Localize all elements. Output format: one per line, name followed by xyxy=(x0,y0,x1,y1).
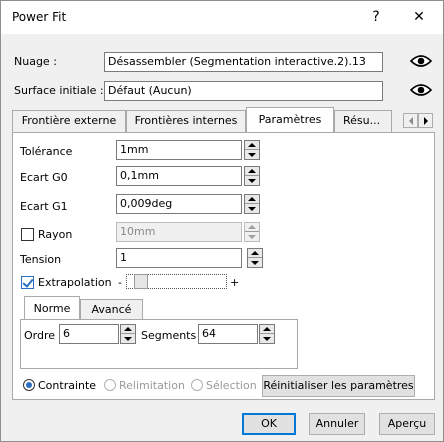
ordre-input[interactable]: 6 xyxy=(59,324,119,344)
tab-frontiere-externe[interactable]: Frontière externe xyxy=(12,110,126,132)
relimitation-label: Relimitation xyxy=(119,379,185,392)
rayon-input[interactable]: 10mm xyxy=(116,222,242,242)
spin-up-icon[interactable] xyxy=(121,325,135,334)
contrainte-radio[interactable] xyxy=(23,379,35,391)
surface-initiale-field[interactable]: Défaut (Aucun) xyxy=(104,81,383,101)
tolerance-label: Tolérance xyxy=(20,145,73,158)
selection-radio[interactable] xyxy=(191,379,203,391)
extrapolation-slider[interactable] xyxy=(126,274,227,289)
ecart-g0-spinner[interactable] xyxy=(244,166,260,186)
rayon-checkbox[interactable] xyxy=(21,228,34,241)
spin-down-icon[interactable] xyxy=(245,204,259,213)
segments-label: Segments xyxy=(141,329,197,342)
ecart-g0-input[interactable]: 0,1mm xyxy=(116,166,242,186)
spin-down-icon[interactable] xyxy=(121,334,135,343)
slider-thumb[interactable] xyxy=(134,274,148,289)
segments-spinner[interactable] xyxy=(259,324,275,344)
spin-up-icon[interactable] xyxy=(245,167,259,176)
ecart-g1-spinner[interactable] xyxy=(244,194,260,214)
spin-down-icon[interactable] xyxy=(245,150,259,159)
subtab-avance[interactable]: Avancé xyxy=(80,299,143,320)
tension-label: Tension xyxy=(20,253,62,266)
tolerance-spinner[interactable] xyxy=(244,140,260,160)
tab-scroll-right-icon[interactable] xyxy=(418,113,433,128)
slider-minus-label: - xyxy=(118,276,122,289)
surface-initiale-label: Surface initiale : xyxy=(14,84,104,97)
slider-plus-label: + xyxy=(230,276,240,289)
ok-button[interactable]: OK xyxy=(242,413,296,435)
help-button[interactable]: ? xyxy=(359,1,393,34)
ecart-g0-label: Ecart G0 xyxy=(20,171,68,184)
ecart-g1-label: Ecart G1 xyxy=(20,200,68,213)
ordre-spinner[interactable] xyxy=(120,324,136,344)
close-button[interactable]: ✕ xyxy=(402,1,436,34)
cancel-button[interactable]: Annuler xyxy=(309,413,365,435)
surface-visibility-eye-icon[interactable] xyxy=(408,78,434,102)
title-bar: Power Fit ? ✕ xyxy=(1,1,443,34)
selection-label: Sélection xyxy=(206,379,257,392)
extrapolation-checkbox[interactable] xyxy=(21,276,34,289)
nuage-label: Nuage : xyxy=(14,55,57,68)
tension-input[interactable]: 1 xyxy=(116,248,242,268)
spin-up-icon[interactable] xyxy=(260,325,274,334)
ecart-g1-input[interactable]: 0,009deg xyxy=(116,194,242,214)
spin-down-icon[interactable] xyxy=(248,258,262,267)
power-fit-dialog: Power Fit ? ✕ Nuage : Désassembler (Segm… xyxy=(0,0,444,442)
nuage-visibility-eye-icon[interactable] xyxy=(408,49,434,73)
spin-up-icon[interactable] xyxy=(245,141,259,150)
window-title: Power Fit xyxy=(12,10,67,24)
spin-up-icon[interactable] xyxy=(248,249,262,258)
nuage-field[interactable]: Désassembler (Segmentation interactive.2… xyxy=(104,52,383,72)
tab-frontieres-internes[interactable]: Frontières internes xyxy=(126,110,246,132)
reset-parameters-button[interactable]: Réinitialiser les paramètres xyxy=(262,375,415,397)
preview-button[interactable]: Aperçu xyxy=(379,413,435,435)
tab-scroll-left-icon[interactable] xyxy=(403,113,418,128)
spin-down-icon[interactable] xyxy=(245,232,259,241)
spin-up-icon[interactable] xyxy=(245,223,259,232)
spin-up-icon[interactable] xyxy=(245,195,259,204)
segments-input[interactable]: 64 xyxy=(198,324,258,344)
tolerance-input[interactable]: 1mm xyxy=(116,140,242,160)
tension-spinner[interactable] xyxy=(247,248,263,268)
spin-down-icon[interactable] xyxy=(245,176,259,185)
extrapolation-label: Extrapolation xyxy=(38,276,112,289)
contrainte-label: Contrainte xyxy=(38,379,97,392)
spin-down-icon[interactable] xyxy=(260,334,274,343)
tab-parametres[interactable]: Paramètres xyxy=(246,107,334,133)
ordre-label: Ordre xyxy=(24,329,56,342)
tab-resultats[interactable]: Résu... xyxy=(334,110,392,132)
rayon-label: Rayon xyxy=(38,228,73,241)
relimitation-radio[interactable] xyxy=(104,379,116,391)
rayon-spinner[interactable] xyxy=(244,222,260,242)
subtab-norme[interactable]: Norme xyxy=(24,296,80,321)
